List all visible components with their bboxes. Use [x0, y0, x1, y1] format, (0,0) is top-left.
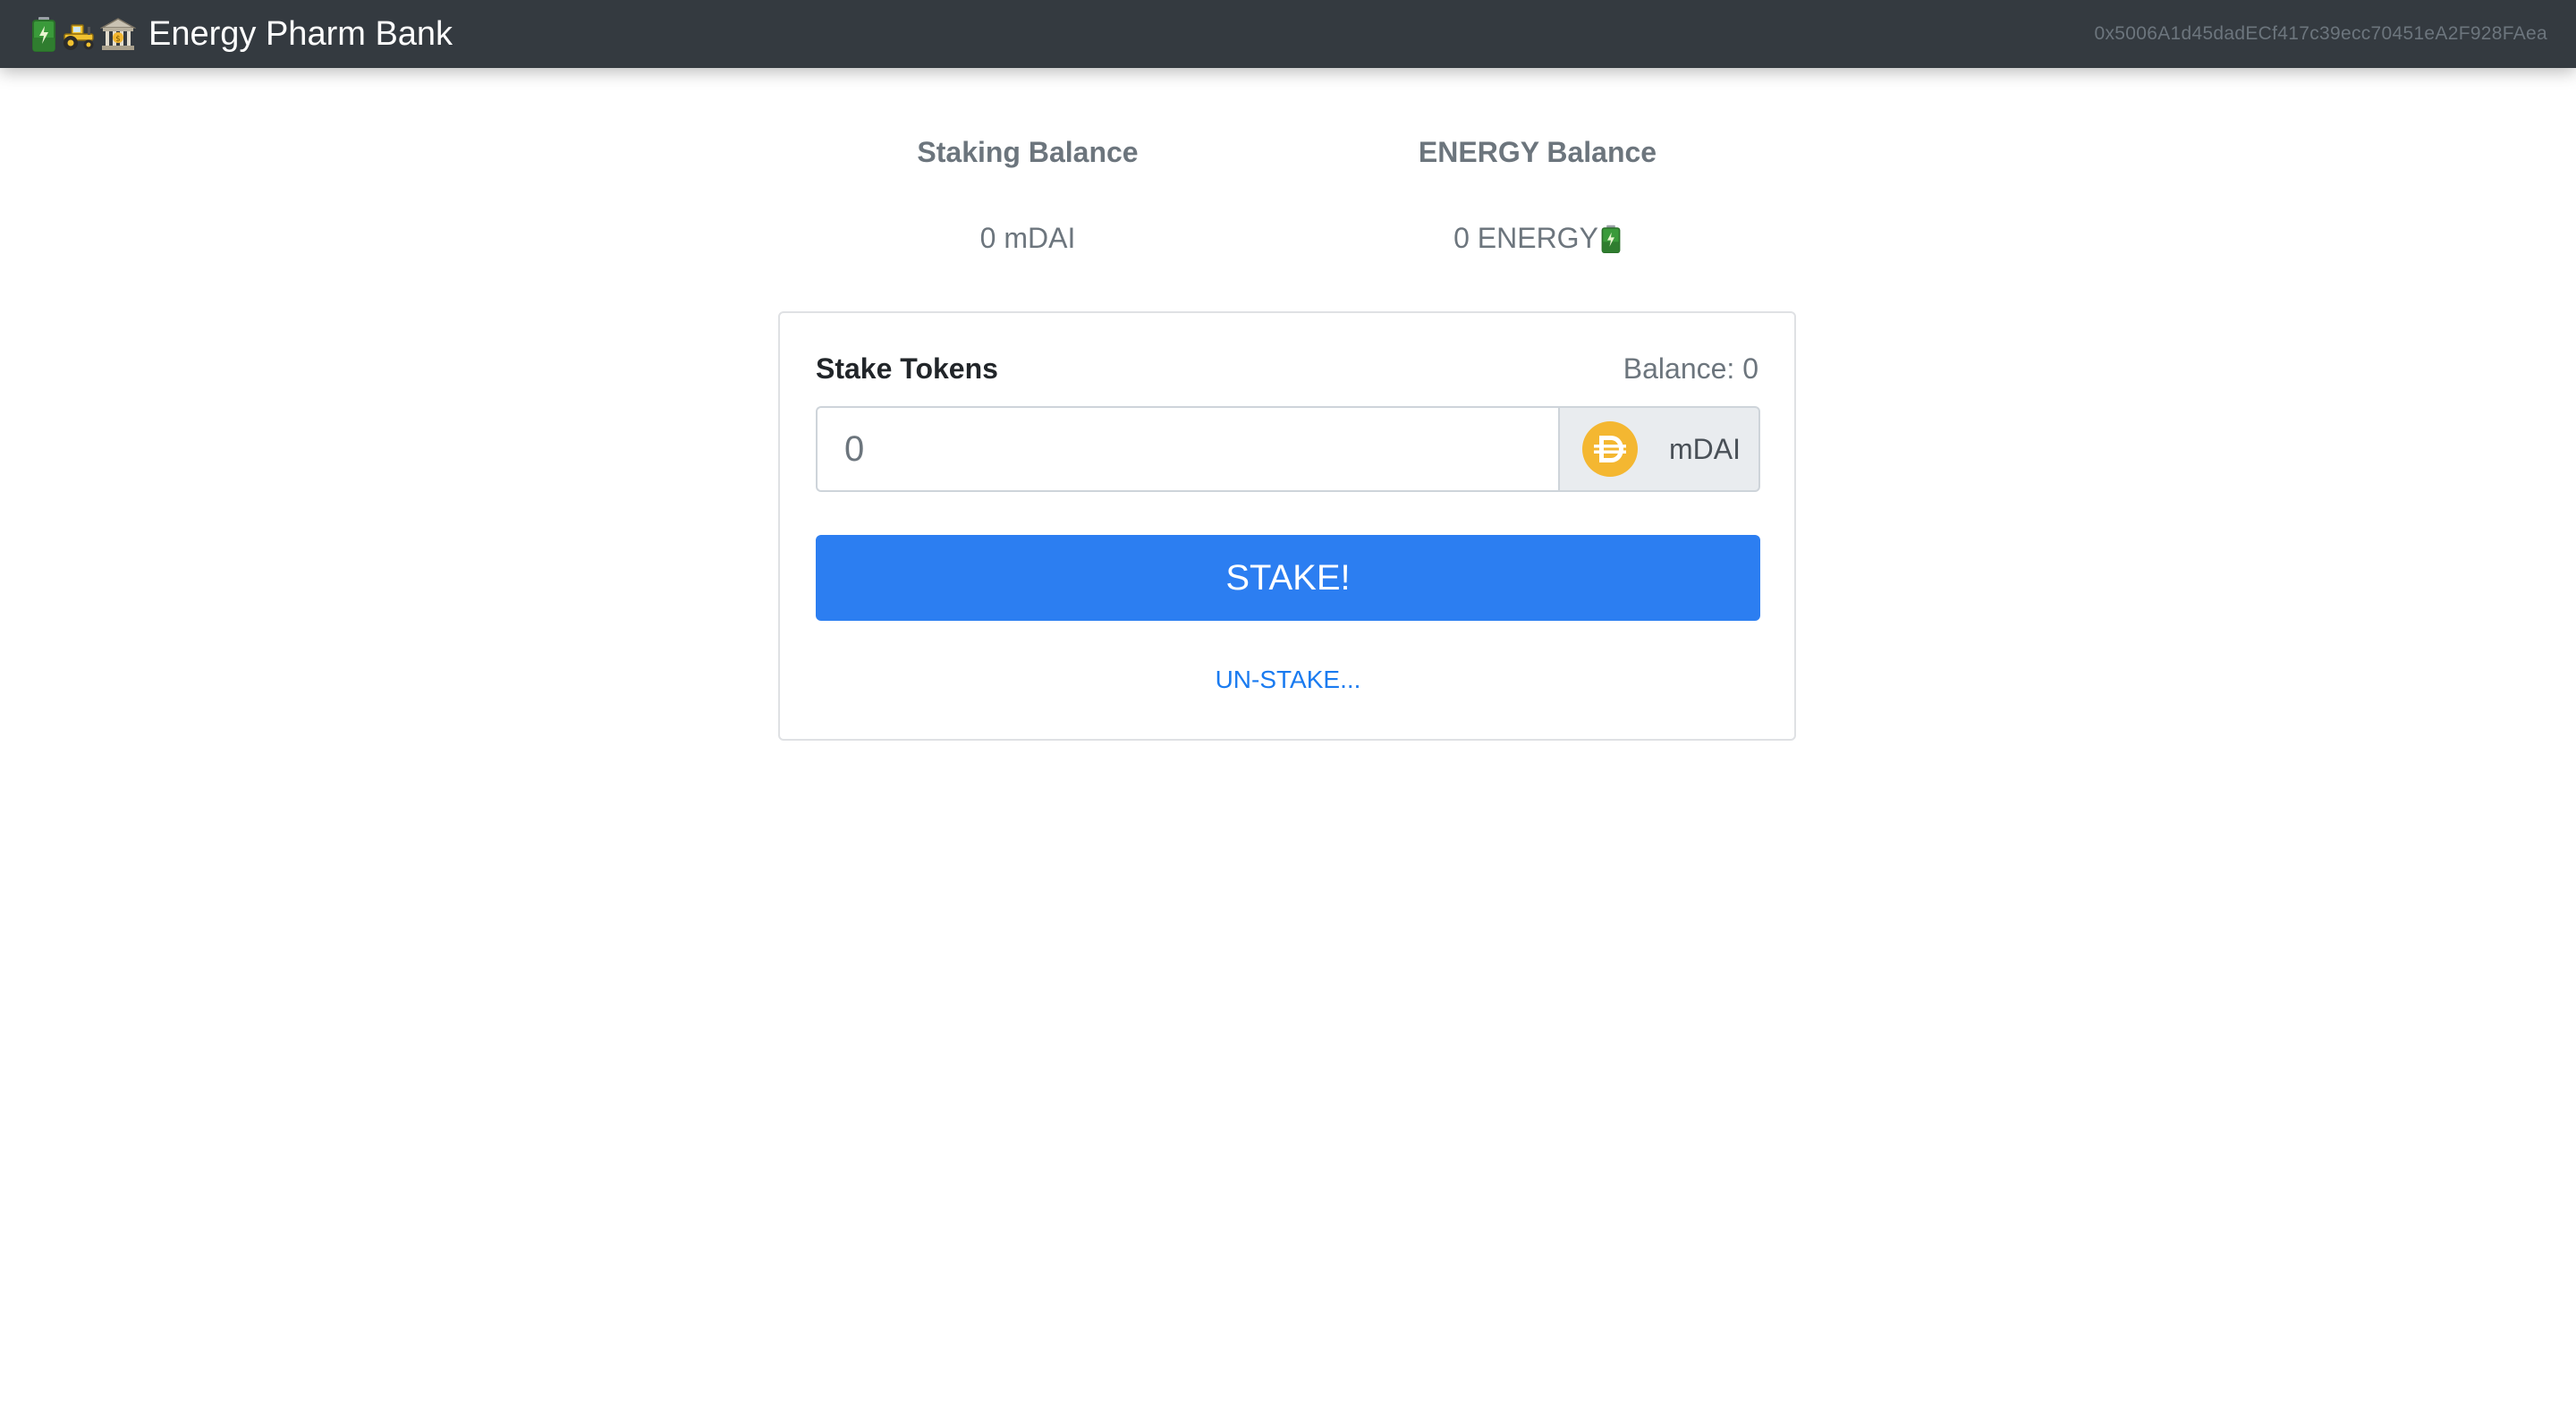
battery-icon [1601, 225, 1621, 253]
tractor-icon [64, 24, 94, 50]
stake-button[interactable]: STAKE! [816, 535, 1760, 621]
stake-tokens-label: Stake Tokens [816, 352, 998, 385]
navbar: $ Energy Pharm Bank 0x5006A1d45dadECf417… [0, 0, 2576, 68]
token-addon: mDAI [1558, 406, 1760, 492]
stake-amount-input[interactable] [816, 406, 1558, 492]
app-title: Energy Pharm Bank [148, 14, 453, 53]
energy-balance-heading: ENERGY Balance [1418, 136, 1657, 168]
unstake-button[interactable]: UN-STAKE... [816, 662, 1760, 698]
staking-balance-heading: Staking Balance [917, 136, 1139, 168]
bank-icon: $ [100, 18, 136, 50]
wallet-balance: Balance: 0 [1623, 352, 1758, 386]
staking-balance-value: 0 mDAI [840, 222, 1216, 255]
token-symbol: mDAI [1669, 432, 1741, 465]
brand[interactable]: $ Energy Pharm Bank [30, 0, 453, 68]
battery-icon [32, 17, 55, 52]
wallet-balance-label: Balance: [1623, 352, 1735, 385]
staking-balance-amount: 0 mDAI [979, 222, 1076, 254]
stake-input-group: mDAI [816, 406, 1760, 492]
stake-card: Stake Tokens Balance: 0 mDAI STAKE! UN-S… [778, 311, 1796, 741]
brand-icons: $ [30, 16, 140, 52]
energy-balance-amount: 0 ENERGY [1453, 222, 1598, 254]
account-address: 0x5006A1d45dadECf417c39ecc70451eA2F928FA… [2094, 23, 2547, 44]
energy-balance-value: 0 ENERGY [1350, 222, 1725, 255]
wallet-balance-value: 0 [1742, 352, 1758, 385]
svg-text:$: $ [115, 35, 121, 44]
dai-icon [1582, 421, 1638, 477]
